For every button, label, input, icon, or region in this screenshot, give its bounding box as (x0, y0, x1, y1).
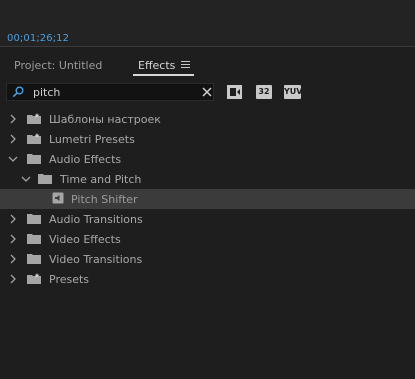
chevron-right-icon[interactable] (8, 214, 18, 224)
hamburger-icon[interactable] (181, 61, 190, 69)
audio-effect-icon (52, 192, 64, 204)
search-icon (12, 86, 24, 98)
tree-item-video-effects[interactable]: Video Effects (0, 229, 415, 249)
clear-search-icon[interactable] (202, 87, 212, 97)
active-tab-indicator (133, 74, 194, 76)
32-bit-filter-button[interactable]: 32 (256, 85, 272, 99)
search-box (6, 83, 214, 101)
effects-panel: Project: Untitled Effects 32 YUV Шаблоны… (0, 50, 415, 379)
divider (0, 46, 415, 47)
tree-item-label: Video Transitions (49, 253, 143, 266)
folder-icon (27, 154, 41, 164)
search-input[interactable] (33, 85, 193, 99)
tree-item-label: Video Effects (49, 233, 121, 246)
chevron-down-icon[interactable] (8, 154, 18, 164)
tab-effects[interactable]: Effects (138, 59, 175, 72)
tree-item-label: Presets (49, 273, 90, 286)
preset-folder-icon (27, 273, 41, 284)
tree-item-lumetri-presets[interactable]: Lumetri Presets (0, 129, 415, 149)
tree-item-pitch-shifter[interactable]: Pitch Shifter (0, 189, 415, 209)
tree-item-label: Lumetri Presets (49, 133, 135, 146)
tree-item-time-and-pitch[interactable]: Time and Pitch (0, 169, 415, 189)
timeline-area: 00;01;26;12 (0, 0, 415, 46)
accelerated-effects-filter-button[interactable] (227, 85, 242, 99)
preset-folder-icon (27, 113, 41, 124)
tree-item-presets-ru[interactable]: Шаблоны настроек (0, 109, 415, 129)
folder-icon (27, 214, 41, 224)
folder-icon (27, 234, 41, 244)
timecode-display[interactable]: 00;01;26;12 (7, 33, 69, 44)
chevron-right-icon[interactable] (8, 254, 18, 264)
chevron-right-icon[interactable] (8, 234, 18, 244)
folder-icon (27, 254, 41, 264)
accelerated-effects-icon (227, 85, 242, 99)
tree-item-label: Audio Effects (49, 153, 122, 166)
tree-item-label: Audio Transitions (49, 213, 143, 226)
chevron-right-icon[interactable] (8, 274, 18, 284)
tree-item-label: Time and Pitch (60, 173, 142, 186)
yuv-filter-button[interactable]: YUV (284, 85, 302, 99)
preset-folder-icon (27, 133, 41, 144)
tab-project[interactable]: Project: Untitled (14, 59, 102, 72)
chevron-right-icon[interactable] (8, 114, 18, 124)
chevron-down-icon[interactable] (21, 174, 31, 184)
panel-tabs: Project: Untitled Effects (0, 50, 415, 77)
tree-item-audio-transitions[interactable]: Audio Transitions (0, 209, 415, 229)
chevron-right-icon[interactable] (8, 134, 18, 144)
tree-item-label: Pitch Shifter (71, 193, 138, 206)
tree-item-presets[interactable]: Presets (0, 269, 415, 289)
tree-item-audio-effects[interactable]: Audio Effects (0, 149, 415, 169)
tree-item-label: Шаблоны настроек (49, 113, 161, 126)
tree-item-video-transitions[interactable]: Video Transitions (0, 249, 415, 269)
folder-icon (38, 174, 52, 184)
